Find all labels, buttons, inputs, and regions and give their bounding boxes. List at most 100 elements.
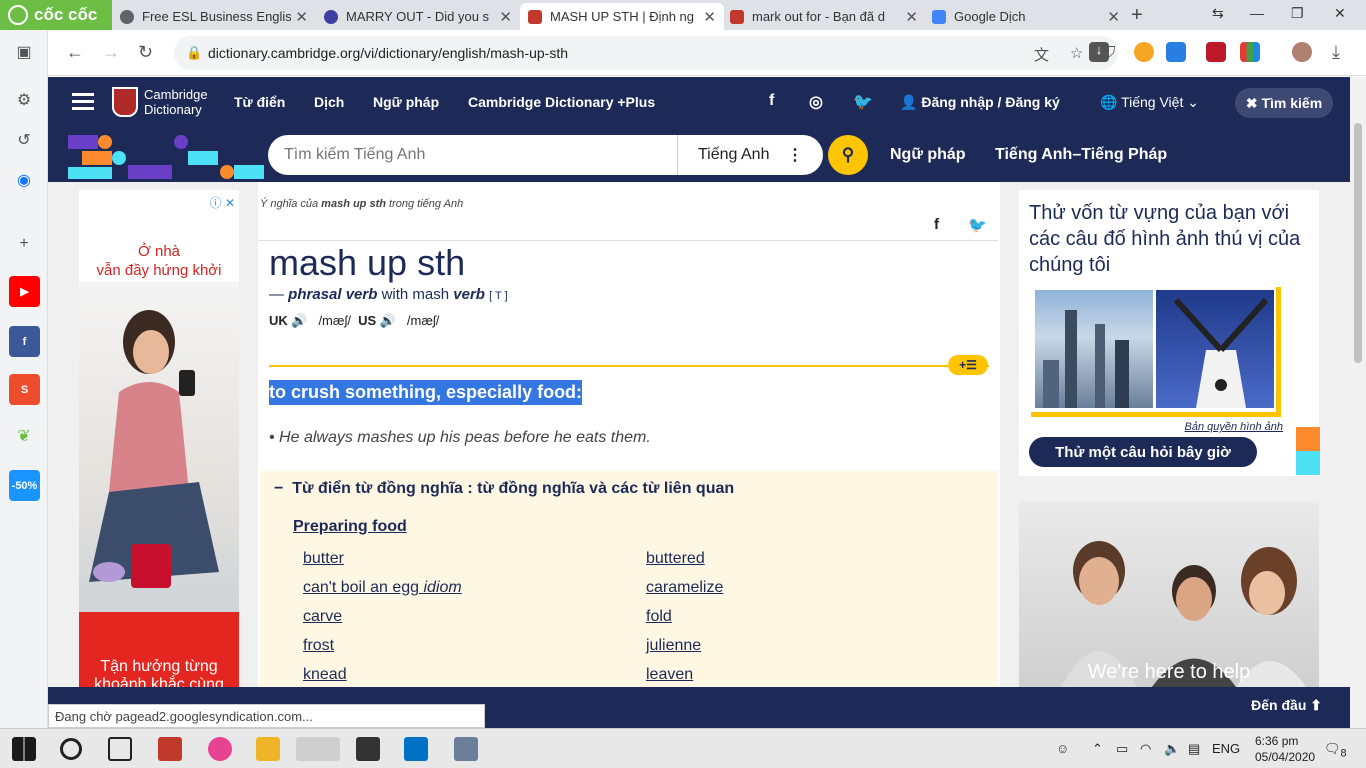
close-tab-icon[interactable]: ✕ (905, 8, 918, 26)
share-facebook-icon[interactable]: f (934, 216, 939, 233)
close-tab-icon[interactable]: ✕ (499, 8, 512, 26)
shopee-icon[interactable]: S (9, 374, 40, 405)
download-icon[interactable]: ⤓ (1332, 42, 1340, 63)
wifi-icon[interactable]: ◠ (1140, 741, 1151, 757)
close-tab-icon[interactable]: ✕ (703, 8, 716, 26)
right-advertisement[interactable]: We're here to help (1019, 501, 1319, 687)
facebook-icon[interactable]: f (9, 326, 40, 357)
coccoc-menu-button[interactable]: cốc cốc (0, 0, 112, 30)
thesaurus-topic-link[interactable]: Preparing food (293, 518, 407, 536)
search-icon[interactable] (60, 738, 82, 760)
thesaurus-word[interactable]: caramelize (646, 579, 723, 597)
windows-start-icon[interactable] (12, 737, 36, 761)
maximize-icon[interactable]: ❐ (1291, 5, 1304, 22)
reload-icon[interactable]: ↻ (138, 42, 153, 63)
try-quiz-button[interactable]: Thử một câu hỏi bây giờ (1029, 437, 1257, 467)
chrome-extension-icon[interactable] (1134, 42, 1154, 62)
page-scrollbar[interactable] (1350, 77, 1366, 728)
search-toggle-button[interactable]: ✖ Tìm kiếm (1235, 88, 1333, 118)
quiz-image-city[interactable] (1035, 290, 1153, 408)
youtube-icon[interactable]: ▶ (9, 276, 40, 307)
twitter-icon[interactable]: 🐦 (853, 92, 873, 112)
translate-icon[interactable]: 文 (1034, 44, 1049, 65)
volume-icon[interactable]: 🔈 (1164, 741, 1180, 757)
image-credits-link[interactable]: Bản quyền hình ảnh (1185, 421, 1283, 433)
add-to-wordlist-button[interactable]: +☰ (948, 355, 988, 375)
to-top-button[interactable]: Đến đầu ⬆ (1251, 697, 1322, 714)
facebook-icon[interactable]: f (769, 92, 774, 110)
new-extension-icon[interactable] (1166, 42, 1186, 62)
close-tab-icon[interactable]: ✕ (1107, 8, 1120, 26)
quiz-image-windmill[interactable] (1156, 290, 1274, 408)
avatar[interactable] (1292, 42, 1312, 62)
dictionary-selector[interactable]: Tiếng Anh (698, 146, 769, 164)
history-icon[interactable]: ↺ (10, 126, 38, 154)
clock[interactable]: 6:36 pm 05/04/2020 (1255, 733, 1315, 765)
thesaurus-word[interactable]: carve (303, 608, 342, 626)
taskbar-app-icon[interactable] (454, 737, 478, 761)
messenger-icon[interactable]: ◉ (10, 166, 38, 194)
share-twitter-icon[interactable]: 🐦 (968, 216, 987, 234)
outlook-icon[interactable] (404, 737, 428, 761)
coccoc-leaf-icon[interactable]: ❦ (10, 422, 38, 450)
language-selector[interactable]: 🌐 Tiếng Việt ⌄ (1100, 94, 1199, 111)
chevron-up-icon[interactable]: ⌃ (1092, 741, 1103, 757)
nav-grammar[interactable]: Ngữ pháp (373, 94, 439, 110)
nav-translate[interactable]: Dịch (314, 94, 344, 110)
back-icon[interactable]: ← (66, 42, 84, 63)
download-extension-icon[interactable]: ↓ (1089, 42, 1109, 62)
thesaurus-word[interactable]: frost (303, 637, 334, 655)
taskbar-app-icon[interactable] (158, 737, 182, 761)
uk-audio-icon[interactable]: 🔊 (291, 313, 307, 328)
new-tab-icon[interactable]: + (1131, 4, 1143, 27)
taskbar-app-icon[interactable] (208, 737, 232, 761)
tab-list-icon[interactable]: ⇆ (1212, 5, 1224, 22)
cambridge-logo[interactable]: Cambridge Dictionary (112, 87, 208, 117)
notification-icon[interactable]: 🗨8 (1324, 741, 1347, 760)
coccoc-taskbar-icon[interactable] (296, 737, 340, 761)
browser-tab[interactable]: mark out for - Bạn đã d ✕ (722, 3, 926, 30)
login-link[interactable]: 👤 Đăng nhập / Đăng ký (900, 94, 1060, 111)
gear-icon[interactable]: ⚙ (10, 86, 38, 114)
sticky-notes-icon[interactable] (356, 737, 380, 761)
more-options-icon[interactable]: ⋮ (787, 145, 803, 165)
scrollbar-thumb[interactable] (1354, 123, 1362, 363)
browser-tab[interactable]: MARRY OUT - Did you s ✕ (316, 3, 520, 30)
search-input[interactable] (268, 135, 678, 175)
ad-info-icon[interactable]: ⓘ ✕ (210, 194, 235, 211)
tiki-icon[interactable]: -50% (9, 470, 40, 501)
thesaurus-word[interactable]: butter (303, 550, 344, 568)
instagram-icon[interactable]: ◎ (809, 92, 823, 112)
us-audio-icon[interactable]: 🔊 (380, 313, 396, 328)
forward-icon[interactable]: → (102, 42, 120, 63)
minimize-icon[interactable]: — (1250, 5, 1264, 21)
input-language[interactable]: ENG (1212, 741, 1240, 756)
browser-tab-active[interactable]: MASH UP STH | Định ng ✕ (520, 3, 724, 30)
nav-dictionary[interactable]: Từ điển (234, 94, 285, 110)
add-icon[interactable]: + (10, 230, 38, 258)
red-extension-icon[interactable] (1206, 42, 1226, 62)
thesaurus-word[interactable]: buttered (646, 550, 705, 568)
keyboard-icon[interactable]: ▤ (1188, 741, 1200, 757)
left-advertisement[interactable]: ⓘ ✕ Ở nhà vẫn đầy hứng khởi Tận hưởng từ… (79, 190, 239, 687)
thesaurus-word[interactable]: leaven (646, 666, 693, 684)
english-french-link[interactable]: Tiếng Anh–Tiếng Pháp (995, 146, 1167, 164)
sidebar-toggle-icon[interactable]: ▣ (10, 38, 38, 66)
thesaurus-word[interactable]: can't boil an egg idiom (303, 579, 462, 597)
thesaurus-word[interactable]: julienne (646, 637, 701, 655)
url-field[interactable]: 🔒 dictionary.cambridge.org/vi/dictionary… (174, 36, 1118, 70)
menu-icon[interactable] (72, 93, 94, 111)
color-extension-icon[interactable] (1240, 42, 1260, 62)
thesaurus-heading[interactable]: − Từ điển từ đồng nghĩa : từ đồng nghĩa … (274, 480, 734, 498)
thesaurus-word[interactable]: fold (646, 608, 672, 626)
file-explorer-icon[interactable] (256, 737, 280, 761)
battery-icon[interactable]: ▭ (1116, 741, 1128, 757)
grammar-link[interactable]: Ngữ pháp (890, 146, 966, 164)
search-button[interactable]: ⚲ (828, 135, 868, 175)
star-icon[interactable]: ☆ (1070, 44, 1083, 62)
thesaurus-word[interactable]: knead (303, 666, 347, 684)
browser-tab[interactable]: Free ESL Business Englis ✕ (112, 3, 316, 30)
task-view-icon[interactable] (108, 737, 132, 761)
browser-tab[interactable]: Google Dịch ✕ (924, 3, 1128, 30)
close-window-icon[interactable]: ✕ (1334, 5, 1346, 22)
